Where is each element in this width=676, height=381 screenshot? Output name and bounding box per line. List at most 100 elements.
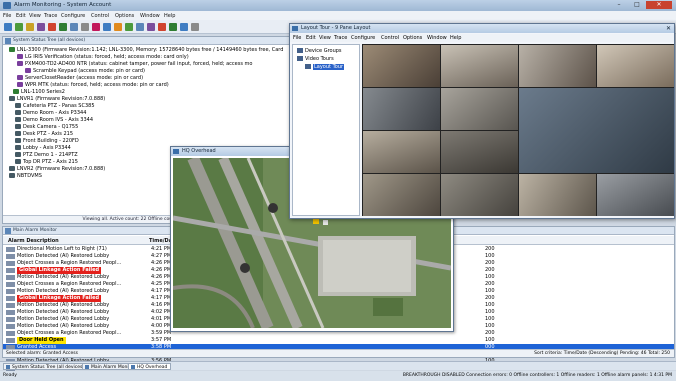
tree-item[interactable]: Top DR PTZ - Axis 215 [15, 159, 78, 166]
print-icon[interactable] [81, 23, 89, 31]
stop-icon[interactable] [158, 23, 166, 31]
video-pane-large[interactable] [519, 88, 674, 173]
tree-layout-tour[interactable]: Layout Tour [305, 64, 345, 71]
tree-item[interactable]: PXM400-TD2-AD400 NTR (status: cabinet ta… [17, 61, 253, 68]
tour-menu-options[interactable]: Options [403, 35, 422, 41]
menu-view[interactable]: View [29, 13, 41, 19]
video-pane-5[interactable] [363, 88, 440, 130]
settings-icon[interactable] [180, 23, 188, 31]
minimize-button[interactable]: – [610, 1, 628, 9]
layout-close-icon[interactable]: ✕ [666, 24, 671, 33]
menu-help[interactable]: Help [164, 13, 175, 19]
tour-menu-edit[interactable]: Edit [306, 35, 316, 41]
user-icon[interactable] [103, 23, 111, 31]
lock-icon[interactable] [114, 23, 122, 31]
video-pane-2[interactable] [441, 45, 518, 87]
tree-item[interactable]: Demo Room IVS - Axis 3344 [15, 117, 93, 124]
alarm-pri: 200 [485, 330, 495, 336]
camera-icon[interactable] [59, 23, 67, 31]
tree-item-label: Demo Room IVS - Axis 3344 [23, 117, 94, 123]
tree-item[interactable]: Cafeteria PTZ - Panas SC385 [15, 103, 95, 110]
tree-item[interactable]: Desk PTZ - Axis 215 [15, 131, 73, 138]
search-icon[interactable] [136, 23, 144, 31]
menu-window[interactable]: Window [140, 13, 160, 19]
folder-icon[interactable] [26, 23, 34, 31]
video-icon[interactable] [92, 23, 100, 31]
alarm-icon[interactable] [48, 23, 56, 31]
menu-bar: File Edit View Trace Configure Control O… [0, 11, 676, 20]
tab-hq-overhead-icon [131, 365, 135, 369]
video-pane-1[interactable] [363, 45, 440, 87]
tour-menu-file[interactable]: File [293, 35, 301, 41]
col-description[interactable]: Alarm Description [8, 238, 59, 244]
menu-configure[interactable]: Configure [61, 13, 85, 19]
layout-tour-titlebar[interactable]: Layout Tour - 9 Pane Layout ✕ [290, 24, 674, 33]
alarm-time: 4:26 PM [151, 267, 172, 273]
alarm-type-icon [6, 303, 15, 308]
tree-item[interactable]: LNL-3300 (Firmware Revision:1.142; LNL-3… [9, 47, 283, 54]
menu-file[interactable]: File [3, 13, 11, 19]
tour-menu-window[interactable]: Window [427, 35, 447, 41]
tree-item[interactable]: Scramble Keypad (access mode: pin or car… [25, 68, 145, 75]
alarm-type-icon [6, 268, 15, 273]
tree-item[interactable]: PTZ Demo 1 - 214PTZ [15, 152, 78, 159]
tree-item[interactable]: LG IRIS Verification (status: forced, he… [17, 54, 189, 61]
device-icon [9, 47, 15, 52]
menu-edit[interactable]: Edit [16, 13, 26, 19]
video-pane-6[interactable] [441, 88, 518, 130]
tree-item[interactable]: LNVR2 (Firmware Revision:7.0.888) [9, 166, 105, 173]
app-title: Alarm Monitoring - System Account [14, 2, 112, 8]
monitor-icon[interactable] [37, 23, 45, 31]
video-pane-12[interactable] [597, 174, 674, 216]
tree-device-groups[interactable]: Device Groups [297, 48, 342, 55]
play-icon[interactable] [169, 23, 177, 31]
alarm-pri: 100 [485, 253, 495, 259]
layout-icon[interactable] [147, 23, 155, 31]
tree-item[interactable]: WPR MTK (status: forced, held; access mo… [17, 82, 169, 89]
open-icon[interactable] [4, 23, 12, 31]
door-icon[interactable] [125, 23, 133, 31]
tree-item[interactable]: NBTDVMS [9, 173, 42, 180]
tree-item[interactable]: LNVR1 (Firmware Revision:7.0.888) [9, 96, 105, 103]
tour-menu-help[interactable]: Help [450, 35, 461, 41]
tour-menu-trace[interactable]: Trace [334, 35, 347, 41]
tour-menu-view[interactable]: View [319, 35, 331, 41]
video-pane-9[interactable] [363, 174, 440, 216]
tree-item[interactable]: Desk Camera - Q1755 [15, 124, 78, 131]
alarm-type-icon [6, 331, 15, 336]
refresh-icon[interactable] [15, 23, 23, 31]
menu-trace[interactable]: Trace [44, 13, 57, 19]
tree-item[interactable]: Lobby - Axis P3344 [15, 145, 71, 152]
video-pane-8[interactable] [441, 131, 518, 173]
alarm-desc: Motion Detected (AI) Restored Lobby [17, 288, 110, 294]
tour-menu-configure[interactable]: Configure [351, 35, 375, 41]
maximize-button[interactable]: □ [628, 1, 646, 9]
tree-item[interactable]: ServerClosetReader (access mode: pin or … [17, 75, 143, 82]
video-pane-7[interactable] [363, 131, 440, 173]
map-icon[interactable] [70, 23, 78, 31]
app-icon [3, 2, 11, 9]
device-icon [17, 82, 23, 87]
menu-control[interactable]: Control [91, 13, 109, 19]
device-icon [15, 124, 21, 129]
alarm-monitor-title: Main Alarm Monitor [13, 228, 57, 233]
layout-tour-window[interactable]: Layout Tour - 9 Pane Layout ✕ File Edit … [289, 23, 675, 219]
video-pane-11[interactable] [519, 174, 596, 216]
video-pane-4[interactable] [597, 45, 674, 87]
status-tree-header: System Status Tree (all devices) [3, 37, 295, 45]
close-button[interactable]: ✕ [646, 1, 672, 9]
tab-status-tree[interactable]: System Status Tree (all devices) [3, 363, 89, 370]
tour-menu-control[interactable]: Control [381, 35, 399, 41]
alarm-pri: 200 [485, 267, 495, 273]
tree-item[interactable]: Front Building - 220FD [15, 138, 79, 145]
tree-item[interactable]: LNL-1100 Series2 [13, 89, 65, 96]
help-icon[interactable] [191, 23, 199, 31]
tree-video-tours[interactable]: Video Tours [297, 56, 334, 63]
video-pane-3[interactable] [519, 45, 596, 87]
menu-options[interactable]: Options [115, 13, 134, 19]
tab-hq-overhead[interactable]: HQ Overhead [128, 363, 172, 370]
alarm-row[interactable]: Door Held Open 3:57 PM 100 [3, 337, 674, 344]
tree-item[interactable]: Demo Room - Axis P3344 [15, 110, 86, 117]
alarm-time: 4:25 PM [151, 281, 172, 287]
video-pane-10[interactable] [441, 174, 518, 216]
